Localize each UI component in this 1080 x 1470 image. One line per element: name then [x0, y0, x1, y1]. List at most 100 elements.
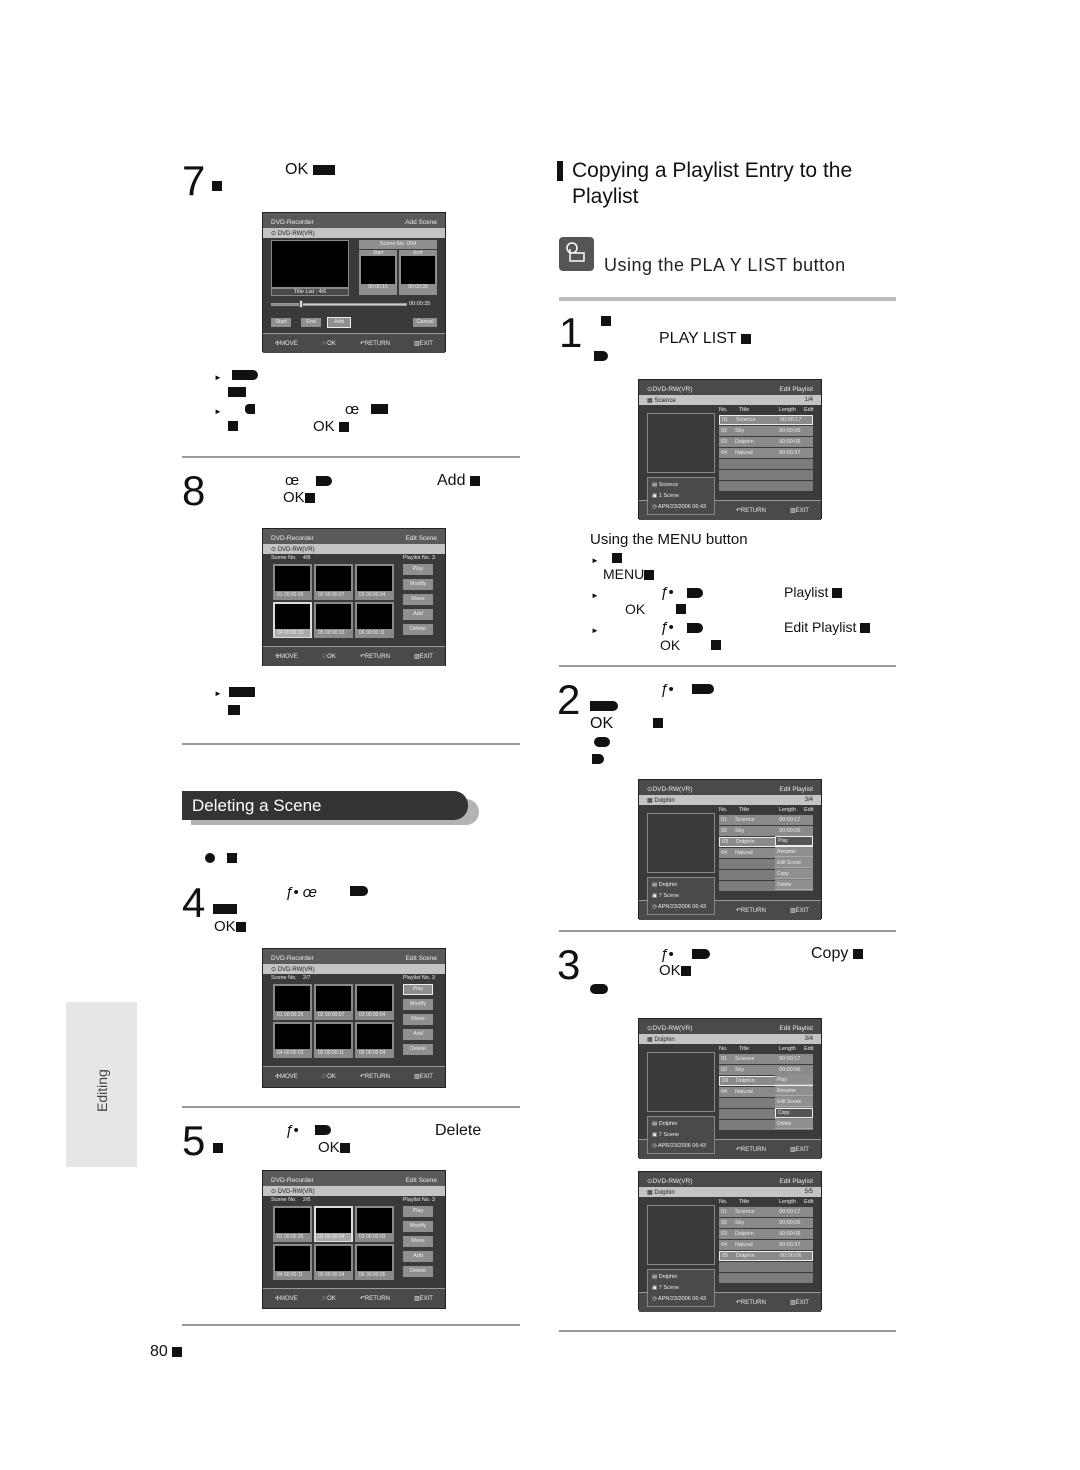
delete-button[interactable]: Delete	[403, 1044, 433, 1055]
popup-play[interactable]: Play	[775, 836, 813, 846]
playlist-row[interactable]: 04 Natural 00:00:37	[719, 448, 813, 458]
scene-thumbnail[interactable]: 01 00:00:26	[273, 1206, 312, 1242]
add-button[interactable]: Add	[403, 1251, 433, 1262]
scene-thumbnail[interactable]: 01 00:00:26	[273, 984, 312, 1020]
ok-hint: ☞OK	[321, 1296, 336, 1302]
empty-row	[719, 1273, 813, 1283]
playlist-row[interactable]: 02 Sky 00:00:06	[719, 1218, 813, 1228]
delete-button[interactable]: Delete	[403, 624, 433, 635]
move-button[interactable]: Move	[403, 594, 433, 605]
scene-thumbnail[interactable]: 04 00:00:03	[273, 1022, 312, 1058]
title-icon: ▤	[652, 1274, 658, 1280]
scene-thumbnail[interactable]: 03 00:00:04	[355, 984, 394, 1020]
modify-button[interactable]: Modify	[403, 1221, 433, 1232]
screen-playlist-3: ⊙DVD-RW(VR) Edit Playlist ▦ Dolphin 3/4 ▤ Do…	[638, 1018, 822, 1159]
scene-thumbnail[interactable]: 05 00:00:11	[314, 1022, 353, 1058]
move-button[interactable]: Move	[403, 1236, 433, 1247]
move-hint: ✣MOVE	[275, 341, 298, 347]
bullet-icon: ►	[214, 407, 222, 416]
popup-copy[interactable]: Copy	[775, 869, 813, 879]
scene-thumbnail[interactable]: 04 00:00:20	[273, 602, 312, 638]
playlist-row[interactable]: 02 Sky 00:00:06	[719, 426, 813, 436]
divider	[182, 1324, 520, 1326]
col-no: No.	[719, 1199, 728, 1205]
bullet-icon: ►	[591, 626, 599, 635]
menu-method-title: Using the MENU button	[590, 531, 748, 548]
add-button[interactable]: Add	[327, 317, 351, 328]
redacted-glyph	[594, 737, 610, 747]
cancel-button[interactable]: Cancel	[413, 318, 437, 327]
playlist-row[interactable]: 05 Dolphin 00:00:06	[719, 1251, 813, 1261]
playlist-row[interactable]: 04 Natural 00:00:37	[719, 1240, 813, 1250]
playlist-row[interactable]: 02 Sky 00:00:06	[719, 826, 813, 836]
playlist-row[interactable]: 03 Dolphin 00:00:06	[719, 1229, 813, 1239]
scene-icon: ▣	[652, 1285, 658, 1291]
scene-thumbnail[interactable]: 02 00:00:07	[314, 564, 353, 600]
divider	[182, 456, 520, 458]
redacted-glyph	[692, 684, 714, 694]
modify-button[interactable]: Modify	[403, 579, 433, 590]
popup-delete[interactable]: Delete	[775, 880, 813, 890]
scene-thumbnail[interactable]: 06 00:00:04	[355, 1022, 394, 1058]
scene-thumbnail[interactable]: 06 00:00:05	[355, 1244, 394, 1280]
play-button[interactable]: Play	[403, 1206, 433, 1217]
exit-hint: ▥EXIT	[413, 341, 433, 347]
glyph-text: ƒ•	[285, 1122, 299, 1139]
popup-copy[interactable]: Copy	[775, 1108, 813, 1118]
progress-track[interactable]	[271, 303, 407, 306]
add-button[interactable]: Add	[403, 609, 433, 620]
disc-icon: ⊙	[271, 1188, 277, 1195]
delete-button[interactable]: Delete	[403, 1266, 433, 1277]
playlist-row[interactable]: 01 Science 00:00:17	[719, 815, 813, 825]
playlist-number: Playlist No. 3	[402, 975, 435, 981]
scene-thumbnail[interactable]: 01 00:00:26	[273, 564, 312, 600]
popup-rename[interactable]: Rename	[775, 1086, 813, 1096]
scene-thumbnail[interactable]: 03 00:00:03	[355, 1206, 394, 1242]
popup-delete[interactable]: Delete	[775, 1119, 813, 1129]
redacted-glyph	[592, 754, 604, 764]
scene-thumbnail[interactable]: 02 00:00:04	[314, 1206, 353, 1242]
disc-type: DVD-RW(VR)	[652, 1025, 693, 1032]
disc-type: DVD-RW(VR)	[652, 1178, 693, 1185]
scene-thumbnail[interactable]: 06 00:00:11	[355, 602, 394, 638]
title-count: 3/4	[804, 1036, 813, 1042]
end-button[interactable]: End	[301, 318, 321, 327]
osd-mode: Edit Scene	[405, 535, 437, 542]
playlist-row[interactable]: 01 Science 00:00:17	[719, 1054, 813, 1064]
popup-edit-scene[interactable]: Edit Scene	[775, 1097, 813, 1107]
playlist-row[interactable]: 01 Science 00:00:17	[719, 415, 813, 425]
return-hint: ↶RETURN	[359, 1296, 390, 1302]
playlist-row[interactable]: 02 Sky 00:00:06	[719, 1065, 813, 1075]
scene-thumbnail[interactable]: 04 00:00:11	[273, 1244, 312, 1280]
redacted-glyph	[232, 370, 258, 380]
menu-text: MENU	[603, 566, 655, 582]
modify-button[interactable]: Modify	[403, 999, 433, 1010]
disc-type: DVD-RW(VR)	[277, 1188, 315, 1195]
title-info: ▤ Science ▣ 1 Scene ◷ APR/23/2006 06:43	[647, 477, 715, 515]
play-button[interactable]: Play	[403, 984, 433, 995]
step-text: OK	[285, 161, 335, 179]
popup-edit-scene[interactable]: Edit Scene	[775, 858, 813, 868]
scene-thumbnail[interactable]: 03 00:00:04	[355, 564, 394, 600]
scene-thumbnail[interactable]: 05 00:00:04	[314, 1244, 353, 1280]
exit-hint: ▥EXIT	[413, 1074, 433, 1080]
divider	[559, 297, 896, 301]
disc-type: DVD-RW(VR)	[652, 786, 693, 793]
start-button[interactable]: Start	[271, 318, 291, 327]
progress-handle[interactable]	[298, 300, 303, 308]
scene-label: 03 00:00:04	[357, 1011, 392, 1019]
playlist-row[interactable]: 03 Dolphin 00:00:06	[719, 437, 813, 447]
scene-number: Scene No. 004	[359, 240, 437, 249]
step-number: 2	[557, 676, 581, 723]
scene-thumbnail[interactable]: 05 00:00:03	[314, 602, 353, 638]
play-button[interactable]: Play	[403, 564, 433, 575]
popup-play[interactable]: Play	[775, 1075, 813, 1085]
scene-thumbnail[interactable]: 02 00:00:07	[314, 984, 353, 1020]
add-button[interactable]: Add	[403, 1029, 433, 1040]
playlist-number: Playlist No. 3	[402, 1197, 435, 1203]
popup-rename[interactable]: Rename	[775, 847, 813, 857]
move-button[interactable]: Move	[403, 1014, 433, 1025]
playlist-row[interactable]: 01 Science 00:00:17	[719, 1207, 813, 1217]
redacted-glyph	[228, 387, 246, 397]
screen-edit-scene-2: DVD-Recorder Edit Scene ⊙ DVD-RW(VR) Scene …	[262, 948, 446, 1088]
